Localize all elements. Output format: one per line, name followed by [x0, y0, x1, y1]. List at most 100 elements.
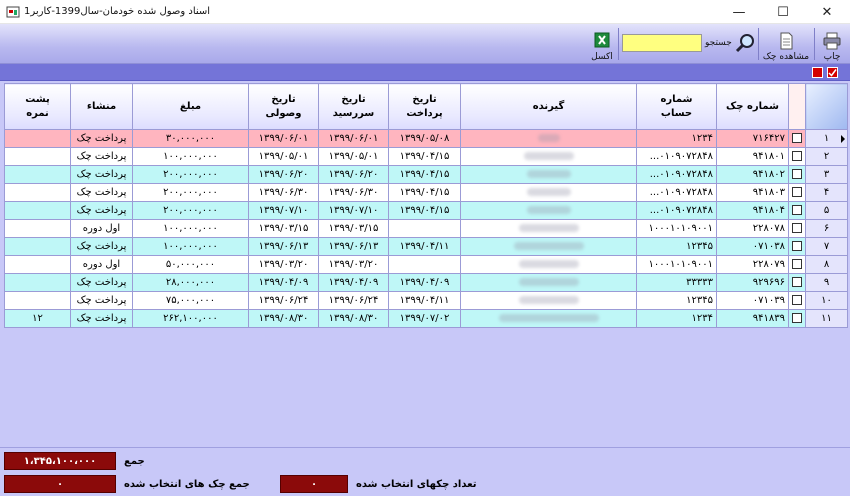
col-back-number[interactable]: پشت نمره: [4, 83, 71, 130]
col-cheque-number[interactable]: شماره چک: [716, 83, 789, 130]
row-checkbox[interactable]: [792, 223, 802, 233]
cell-receive-date: ۱۳۹۹/۰۴/۰۹: [248, 273, 319, 292]
cell-amount: ۲۸,۰۰۰,۰۰۰: [132, 273, 249, 292]
search-label: جستجو: [705, 38, 732, 48]
table-row[interactable]: پرداخت چک ۱۰۰,۰۰۰,۰۰۰ ۱۳۹۹/۰۶/۱۳ ۱۳۹۹/۰۶/۱۳…: [4, 237, 848, 256]
search-input[interactable]: [622, 34, 702, 52]
row-checkbox[interactable]: [792, 259, 802, 269]
search-icon[interactable]: [734, 32, 756, 54]
cell-due-date: ۱۳۹۹/۰۶/۱۳: [318, 237, 389, 256]
row-checkbox-cell: [788, 165, 806, 184]
table-row[interactable]: پرداخت چک ۷۵,۰۰۰,۰۰۰ ۱۳۹۹/۰۶/۲۴ ۱۳۹۹/۰۶/۲۴ ۱…: [4, 291, 848, 310]
row-checkbox[interactable]: [792, 133, 802, 143]
col-account-number[interactable]: شماره حساب: [636, 83, 717, 130]
row-checkbox-cell: [788, 255, 806, 274]
col-amount[interactable]: مبلغ: [132, 83, 249, 130]
row-checkbox[interactable]: [792, 241, 802, 251]
cell-account-number: ۱۰۰۰۱۰۱۰۹۰۰۱: [636, 255, 717, 274]
table-row[interactable]: پرداخت چک ۱۰۰,۰۰۰,۰۰۰ ۱۳۹۹/۰۵/۰۱ ۱۳۹۹/۰۵/۰۱…: [4, 147, 848, 166]
redacted-receiver: [518, 260, 579, 268]
row-header[interactable]: ۴: [805, 183, 848, 202]
excel-button[interactable]: اکسل: [588, 26, 616, 62]
view-cheque-button[interactable]: مشاهده چک: [760, 26, 812, 62]
cell-receive-date: ۱۳۹۹/۰۸/۳۰: [248, 309, 319, 328]
row-checkbox[interactable]: [792, 295, 802, 305]
row-header[interactable]: ۱: [805, 129, 848, 148]
table-row[interactable]: پرداخت چک ۲۰۰,۰۰۰,۰۰۰ ۱۳۹۹/۰۶/۳۰ ۱۳۹۹/۰۶/۳۰…: [4, 183, 848, 202]
cell-receive-date: ۱۳۹۹/۰۷/۱۰: [248, 201, 319, 220]
close-button[interactable]: ✕: [805, 0, 849, 24]
col-origin[interactable]: منشاء: [70, 83, 133, 130]
cell-cheque-number: ۰۷۱۰۳۸: [716, 237, 789, 256]
cell-origin: پرداخت چک: [70, 165, 133, 184]
table-row[interactable]: پرداخت چک ۲۸,۰۰۰,۰۰۰ ۱۳۹۹/۰۴/۰۹ ۱۳۹۹/۰۴/۰۹ ۱…: [4, 273, 848, 292]
cell-receive-date: ۱۳۹۹/۰۵/۰۱: [248, 147, 319, 166]
col-due-date[interactable]: تاریخ سررسید: [318, 83, 389, 130]
row-checkbox[interactable]: [792, 205, 802, 215]
cell-cheque-number: ۹۴۱۸۰۴: [716, 201, 789, 220]
current-row-arrow-icon: [841, 135, 845, 143]
row-header[interactable]: ۱۱: [805, 309, 848, 328]
cell-receiver: [460, 129, 637, 148]
table-row[interactable]: اول دوره ۱۰۰,۰۰۰,۰۰۰ ۱۳۹۹/۰۳/۱۵ ۱۳۹۹/۰۳/۱۵ ۱…: [4, 219, 848, 238]
cell-amount: ۷۵,۰۰۰,۰۰۰: [132, 291, 249, 310]
cell-amount: ۲۰۰,۰۰۰,۰۰۰: [132, 201, 249, 220]
corner-header[interactable]: [805, 83, 848, 130]
row-header[interactable]: ۱۰: [805, 291, 848, 310]
cell-pay-date: ۱۳۹۹/۰۷/۰۲: [388, 309, 461, 328]
cell-due-date: ۱۳۹۹/۰۶/۰۱: [318, 129, 389, 148]
row-checkbox-cell: [788, 201, 806, 220]
row-header[interactable]: ۲: [805, 147, 848, 166]
cell-pay-date: [388, 255, 461, 274]
cell-pay-date: ۱۳۹۹/۰۴/۱۵: [388, 183, 461, 202]
cell-back-number: [4, 291, 71, 310]
cell-cheque-number: ۹۴۱۸۰۱: [716, 147, 789, 166]
row-number: ۶: [823, 223, 830, 234]
row-header[interactable]: ۸: [805, 255, 848, 274]
clear-selection-icon[interactable]: [812, 67, 823, 78]
maximize-button[interactable]: ☐: [761, 0, 805, 24]
table-row[interactable]: اول دوره ۵۰,۰۰۰,۰۰۰ ۱۳۹۹/۰۳/۲۰ ۱۳۹۹/۰۳/۲۰ ۱۰…: [4, 255, 848, 274]
row-header[interactable]: ۶: [805, 219, 848, 238]
row-checkbox[interactable]: [792, 313, 802, 323]
cell-account-number: ...۰۱۰۹۰۷۲۸۴۸: [636, 147, 717, 166]
row-checkbox-cell: [788, 237, 806, 256]
cell-receive-date: ۱۳۹۹/۰۳/۱۵: [248, 219, 319, 238]
cell-due-date: ۱۳۹۹/۰۷/۱۰: [318, 201, 389, 220]
row-number: ۵: [823, 205, 830, 216]
row-checkbox-cell: [788, 183, 806, 202]
cell-amount: ۲۰۰,۰۰۰,۰۰۰: [132, 183, 249, 202]
cell-amount: ۳۰,۰۰۰,۰۰۰: [132, 129, 249, 148]
row-checkbox[interactable]: [792, 187, 802, 197]
row-checkbox[interactable]: [792, 277, 802, 287]
cell-cheque-number: ۹۴۱۸۳۹: [716, 309, 789, 328]
selected-count-label: تعداد چکهای انتخاب شده: [356, 479, 477, 490]
table-row[interactable]: پرداخت چک ۲۰۰,۰۰۰,۰۰۰ ۱۳۹۹/۰۷/۱۰ ۱۳۹۹/۰۷/۱۰…: [4, 201, 848, 220]
checkmark-icon: [828, 69, 837, 77]
row-checkbox-cell: [788, 273, 806, 292]
row-header[interactable]: ۳: [805, 165, 848, 184]
table-row[interactable]: ۱۲ پرداخت چک ۲۶۲,۱۰۰,۰۰۰ ۱۳۹۹/۰۸/۳۰ ۱۳۹۹/۰۸/…: [4, 309, 848, 328]
row-header[interactable]: ۷: [805, 237, 848, 256]
minimize-button[interactable]: —: [717, 0, 761, 24]
table-row[interactable]: پرداخت چک ۲۰۰,۰۰۰,۰۰۰ ۱۳۹۹/۰۶/۲۰ ۱۳۹۹/۰۶/۲۰…: [4, 165, 848, 184]
total-value: ۱،۳۴۵،۱۰۰،۰۰۰: [4, 452, 116, 470]
toolbar-separator: [814, 28, 815, 60]
cell-due-date: ۱۳۹۹/۰۶/۲۰: [318, 165, 389, 184]
table-row[interactable]: پرداخت چک ۳۰,۰۰۰,۰۰۰ ۱۳۹۹/۰۶/۰۱ ۱۳۹۹/۰۶/۰۱ ۱…: [4, 129, 848, 148]
cell-origin: پرداخت چک: [70, 237, 133, 256]
row-number: ۸: [823, 259, 830, 270]
cell-back-number: [4, 201, 71, 220]
col-receiver[interactable]: گیرنده: [460, 83, 637, 130]
redacted-receiver: [526, 206, 571, 214]
print-button[interactable]: چاپ: [816, 26, 848, 62]
row-checkbox[interactable]: [792, 169, 802, 179]
col-pay-date[interactable]: تاریخ پرداخت: [388, 83, 461, 130]
row-header[interactable]: ۵: [805, 201, 848, 220]
col-receive-date[interactable]: تاریخ وصولی: [248, 83, 319, 130]
row-header[interactable]: ۹: [805, 273, 848, 292]
select-all-icon[interactable]: [827, 67, 838, 78]
cell-origin: پرداخت چک: [70, 291, 133, 310]
row-checkbox[interactable]: [792, 151, 802, 161]
cell-cheque-number: ۲۲۸۰۷۹: [716, 255, 789, 274]
